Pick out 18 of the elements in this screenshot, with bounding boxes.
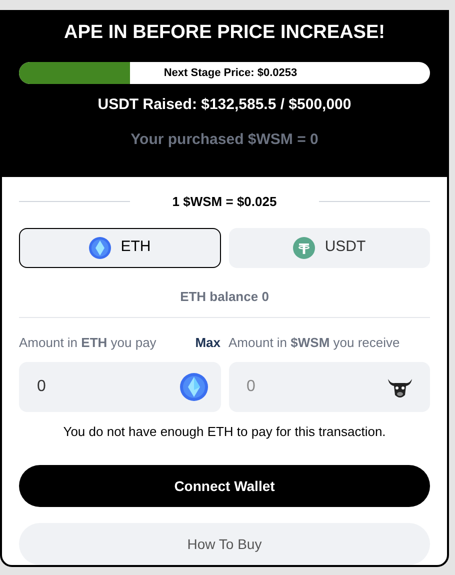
warning-message: You do not have enough ETH to pay for this transaction.	[62, 422, 387, 441]
currency-tab[interactable]: ETH	[19, 228, 220, 268]
max-link[interactable]: Max	[195, 333, 220, 352]
balance-text: ETH balance 0	[179, 288, 270, 306]
tether-coin-icon	[292, 236, 315, 258]
exchange-rate: 1 $WSM = $0.025	[171, 193, 278, 211]
diamond-coin-icon	[178, 372, 208, 402]
how-to-buy-button[interactable]: How To Buy	[19, 523, 430, 565]
purchased-amount: Your purchased $WSM = 0	[130, 130, 318, 150]
field-label: Amount in $WSM you receive	[228, 335, 400, 350]
raised-amount: USDT Raised: $132,585.5 / $500,000	[98, 95, 352, 115]
progress-label: Next Stage Price: $0.0253	[162, 66, 298, 81]
banner-title: APE IN BEFORE PRICE INCREASE!	[64, 21, 385, 45]
currency-tab[interactable]: USDT	[228, 228, 430, 268]
diamond-coin-icon	[88, 236, 111, 258]
field-label: Amount in ETH you pay	[19, 334, 156, 352]
connect-wallet-button[interactable]: Connect Wallet	[19, 465, 430, 507]
pay-amount-field[interactable]: 0	[19, 362, 220, 412]
